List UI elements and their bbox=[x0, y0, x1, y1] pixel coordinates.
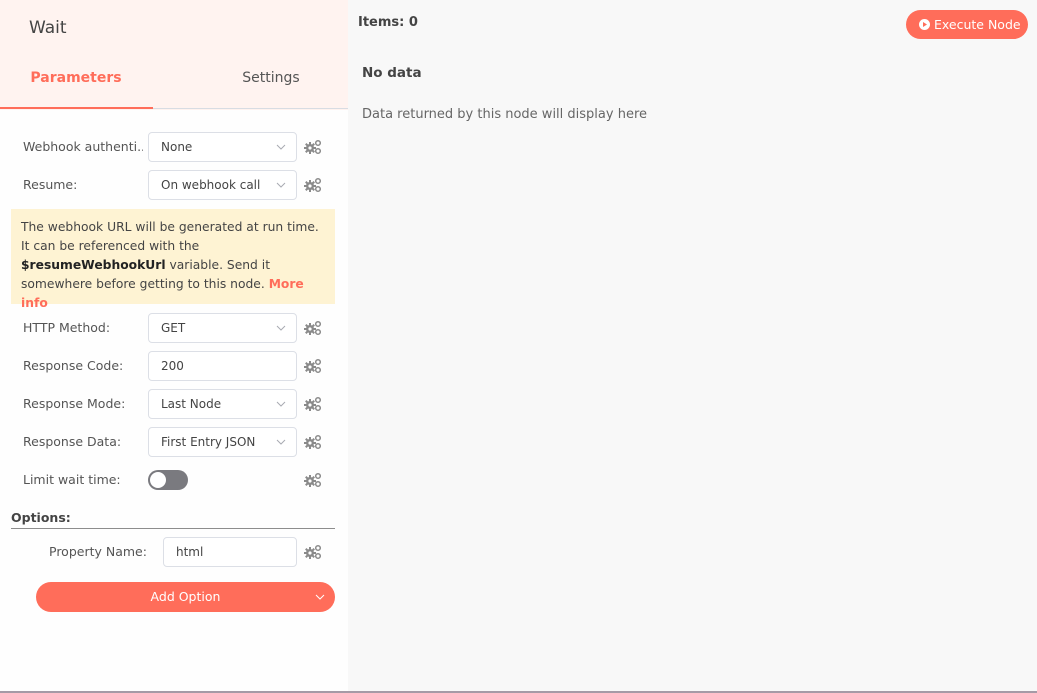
panel-header: Wait Parameters Settings bbox=[0, 0, 348, 110]
select-value: None bbox=[161, 140, 193, 154]
gear-icon[interactable] bbox=[304, 139, 322, 155]
items-count: Items: 0 bbox=[358, 15, 418, 30]
select-value: On webhook call bbox=[161, 178, 261, 192]
select-value: GET bbox=[161, 321, 186, 335]
response-mode-select[interactable]: Last Node bbox=[148, 389, 297, 419]
gear-icon[interactable] bbox=[304, 358, 322, 374]
param-label: HTTP Method: bbox=[23, 320, 111, 335]
chevron-down-icon bbox=[315, 593, 325, 601]
param-resume: Resume: On webhook call bbox=[0, 170, 348, 200]
tab-divider bbox=[153, 108, 348, 109]
options-divider bbox=[11, 528, 335, 529]
tab-parameters[interactable]: Parameters bbox=[0, 60, 152, 108]
webhook-authentication-select[interactable]: None bbox=[148, 132, 297, 162]
notice-text: The webhook URL will be generated at run… bbox=[21, 220, 319, 253]
no-data-title: No data bbox=[362, 65, 422, 81]
chevron-down-icon bbox=[276, 143, 286, 151]
active-tab-indicator bbox=[0, 107, 153, 109]
gear-icon[interactable] bbox=[304, 472, 322, 488]
webhook-url-notice: The webhook URL will be generated at run… bbox=[11, 209, 335, 310]
param-label: Webhook authenti... bbox=[23, 139, 143, 154]
gear-icon[interactable] bbox=[304, 434, 322, 450]
chevron-down-icon bbox=[276, 324, 286, 332]
node-output-panel: Items: 0 Execute Node No data Data retur… bbox=[348, 0, 1037, 693]
node-title[interactable]: Wait bbox=[29, 18, 67, 38]
param-label: Response Mode: bbox=[23, 396, 126, 411]
param-label: Property Name: bbox=[49, 544, 147, 559]
notice-variable: $resumeWebhookUrl bbox=[21, 258, 166, 272]
node-parameters-panel: Wait Parameters Settings Webhook authent… bbox=[0, 0, 348, 693]
param-webhook-authentication: Webhook authenti... None bbox=[0, 132, 348, 162]
param-response-mode: Response Mode: Last Node bbox=[0, 389, 348, 419]
select-value: Last Node bbox=[161, 397, 222, 411]
param-label: Resume: bbox=[23, 177, 78, 192]
play-circle-icon bbox=[919, 19, 930, 30]
param-response-code: Response Code: 200 bbox=[0, 351, 348, 381]
http-method-select[interactable]: GET bbox=[148, 313, 297, 343]
chevron-down-icon bbox=[276, 438, 286, 446]
response-code-input[interactable]: 200 bbox=[148, 351, 297, 381]
tab-bar: Parameters Settings bbox=[0, 60, 348, 110]
response-data-select[interactable]: First Entry JSON bbox=[148, 427, 297, 457]
tab-settings[interactable]: Settings bbox=[196, 60, 346, 108]
limit-wait-time-toggle[interactable] bbox=[148, 470, 188, 490]
execute-node-button[interactable]: Execute Node bbox=[906, 10, 1028, 39]
param-limit-wait-time: Limit wait time: bbox=[0, 465, 348, 495]
chevron-down-icon bbox=[276, 400, 286, 408]
execute-node-label: Execute Node bbox=[934, 17, 1021, 32]
param-http-method: HTTP Method: GET bbox=[0, 313, 348, 343]
toggle-knob bbox=[150, 472, 166, 488]
add-option-label: Add Option bbox=[150, 589, 221, 604]
param-label: Limit wait time: bbox=[23, 472, 121, 487]
property-name-input[interactable]: html bbox=[163, 537, 297, 567]
gear-icon[interactable] bbox=[304, 320, 322, 336]
gear-icon[interactable] bbox=[304, 177, 322, 193]
gear-icon[interactable] bbox=[304, 396, 322, 412]
option-property-name: Property Name: html bbox=[0, 537, 348, 567]
options-heading: Options: bbox=[11, 510, 71, 525]
select-value: First Entry JSON bbox=[161, 435, 256, 449]
param-response-data: Response Data: First Entry JSON bbox=[0, 427, 348, 457]
param-label: Response Code: bbox=[23, 358, 124, 373]
chevron-down-icon bbox=[276, 181, 286, 189]
param-label: Response Data: bbox=[23, 434, 122, 449]
resume-select[interactable]: On webhook call bbox=[148, 170, 297, 200]
no-data-text: Data returned by this node will display … bbox=[362, 107, 647, 122]
add-option-button[interactable]: Add Option bbox=[36, 582, 335, 612]
gear-icon[interactable] bbox=[304, 544, 322, 560]
